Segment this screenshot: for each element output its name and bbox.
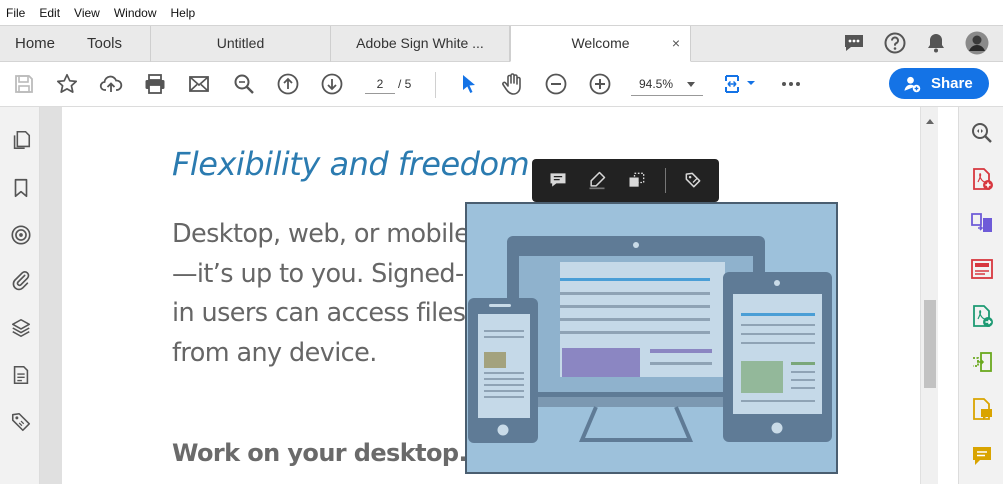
page-heading: Flexibility and freedom (172, 145, 530, 183)
zoom-out-icon[interactable] (544, 72, 568, 96)
zoom-in-icon[interactable] (588, 72, 612, 96)
panel-gutter (938, 107, 958, 484)
nav-tools[interactable]: Tools (87, 26, 122, 61)
menu-window[interactable]: Window (114, 6, 157, 20)
tag-icon[interactable] (10, 411, 32, 433)
export-pdf-icon[interactable] (970, 304, 994, 328)
select-cursor-icon[interactable] (457, 72, 481, 96)
right-tools-pane (958, 107, 1003, 484)
zoom-search-icon[interactable] (970, 121, 994, 145)
target-icon[interactable] (10, 224, 32, 246)
zoom-value: 94.5% (639, 77, 674, 91)
next-page-icon[interactable] (320, 72, 344, 96)
bookmark-icon[interactable] (10, 177, 32, 199)
create-pdf-icon[interactable] (970, 167, 994, 191)
upload-cloud-icon[interactable] (99, 72, 123, 96)
menu-file[interactable]: File (6, 6, 25, 20)
save-icon[interactable] (12, 72, 36, 96)
sticky-note-icon[interactable] (970, 444, 994, 468)
combine-icon[interactable] (970, 210, 994, 234)
minibar-divider (665, 168, 666, 193)
snapshot-icon[interactable] (627, 170, 647, 190)
search-icon[interactable] (232, 72, 256, 96)
quick-tools-bar (532, 159, 719, 202)
star-icon[interactable] (55, 72, 79, 96)
layers-icon[interactable] (10, 317, 32, 339)
document-icon[interactable] (10, 364, 32, 386)
bell-icon[interactable] (924, 31, 948, 55)
tab-bar: Home Tools Untitled Adobe Sign White ...… (0, 25, 1003, 62)
hand-tool-icon[interactable] (500, 72, 524, 96)
add-comment-icon[interactable] (548, 170, 568, 190)
nav-home[interactable]: Home (15, 26, 55, 61)
chevron-down-icon (687, 82, 695, 87)
tab-label: Welcome (571, 35, 630, 51)
organize-icon[interactable] (970, 257, 994, 281)
scrollbar-thumb[interactable] (924, 300, 936, 388)
vertical-scrollbar[interactable] (920, 107, 938, 484)
page-fit-icon[interactable] (722, 72, 756, 96)
tab-label: Untitled (216, 35, 265, 51)
share-button[interactable]: Share (889, 68, 989, 99)
toolbar-divider (435, 72, 436, 98)
share-label: Share (931, 75, 973, 92)
left-navigation-pane (0, 107, 40, 484)
add-user-icon (904, 76, 921, 93)
main-toolbar: 2 / 5 94.5% (0, 62, 1003, 107)
highlight-pen-icon[interactable] (587, 170, 607, 190)
menu-bar: File Edit View Window Help (0, 0, 1003, 25)
print-icon[interactable] (143, 72, 167, 96)
tab-adobe-sign[interactable]: Adobe Sign White ... (330, 26, 510, 62)
tab-label: Adobe Sign White ... (356, 35, 484, 51)
tab-welcome[interactable]: Welcome × (510, 26, 691, 62)
tab-untitled[interactable]: Untitled (150, 26, 330, 62)
menu-help[interactable]: Help (171, 6, 196, 20)
menu-edit[interactable]: Edit (39, 6, 60, 20)
email-icon[interactable] (187, 72, 211, 96)
page-subheading: Work on your desktop. (172, 439, 468, 467)
menu-view[interactable]: View (74, 6, 100, 20)
acrobat-window: File Edit View Window Help Home Tools Un… (0, 0, 1003, 484)
close-icon[interactable]: × (672, 26, 680, 61)
page-body-text: Desktop, web, or mobile—it’s up to you. … (172, 219, 470, 368)
edit-pdf-icon[interactable] (970, 350, 994, 374)
attachment-icon[interactable] (10, 269, 32, 291)
scroll-up-arrow-icon[interactable] (926, 119, 934, 124)
tag-edit-icon[interactable] (683, 170, 703, 190)
page-total: / 5 (398, 77, 412, 91)
avatar[interactable] (965, 31, 989, 55)
more-options-icon[interactable] (779, 72, 803, 96)
devices-illustration (465, 202, 838, 474)
pages-icon[interactable] (10, 129, 32, 151)
help-icon[interactable] (883, 31, 907, 55)
comment-bubble-icon[interactable] (842, 31, 866, 55)
page-number-input[interactable]: 2 (365, 74, 395, 94)
previous-page-icon[interactable] (276, 72, 300, 96)
comment-icon[interactable] (970, 397, 994, 421)
zoom-select[interactable]: 94.5% (631, 74, 703, 96)
